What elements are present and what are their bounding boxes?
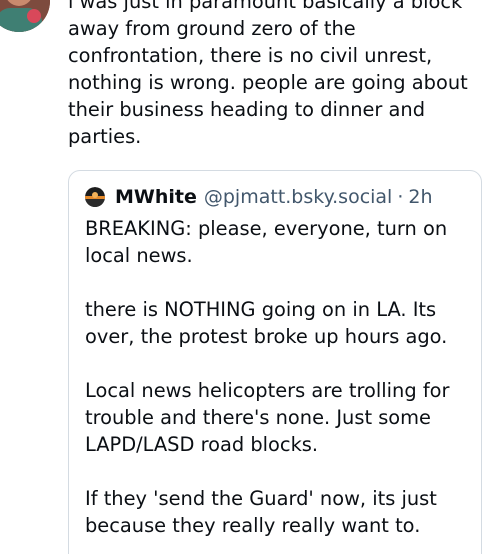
quoted-post-timestamp[interactable]: 2h bbox=[408, 186, 432, 208]
quoted-author-avatar bbox=[85, 187, 105, 207]
quoted-author-name[interactable]: MWhite bbox=[115, 186, 197, 208]
quoted-author-handle[interactable]: @pjmatt.bsky.social bbox=[204, 186, 392, 208]
quoted-post-header: MWhite @pjmatt.bsky.social · 2h bbox=[85, 185, 433, 209]
post-text: i was just in paramount basically a bloc… bbox=[68, 0, 468, 148]
post-container: i was just in paramount basically a bloc… bbox=[0, 0, 500, 554]
quoted-post-text: BREAKING: please, everyone, turn on loca… bbox=[85, 217, 450, 537]
author-avatar[interactable] bbox=[0, 0, 50, 32]
quoted-post-card[interactable]: MWhite @pjmatt.bsky.social · 2h BREAKING… bbox=[68, 170, 482, 554]
meta-separator: · bbox=[397, 186, 404, 208]
